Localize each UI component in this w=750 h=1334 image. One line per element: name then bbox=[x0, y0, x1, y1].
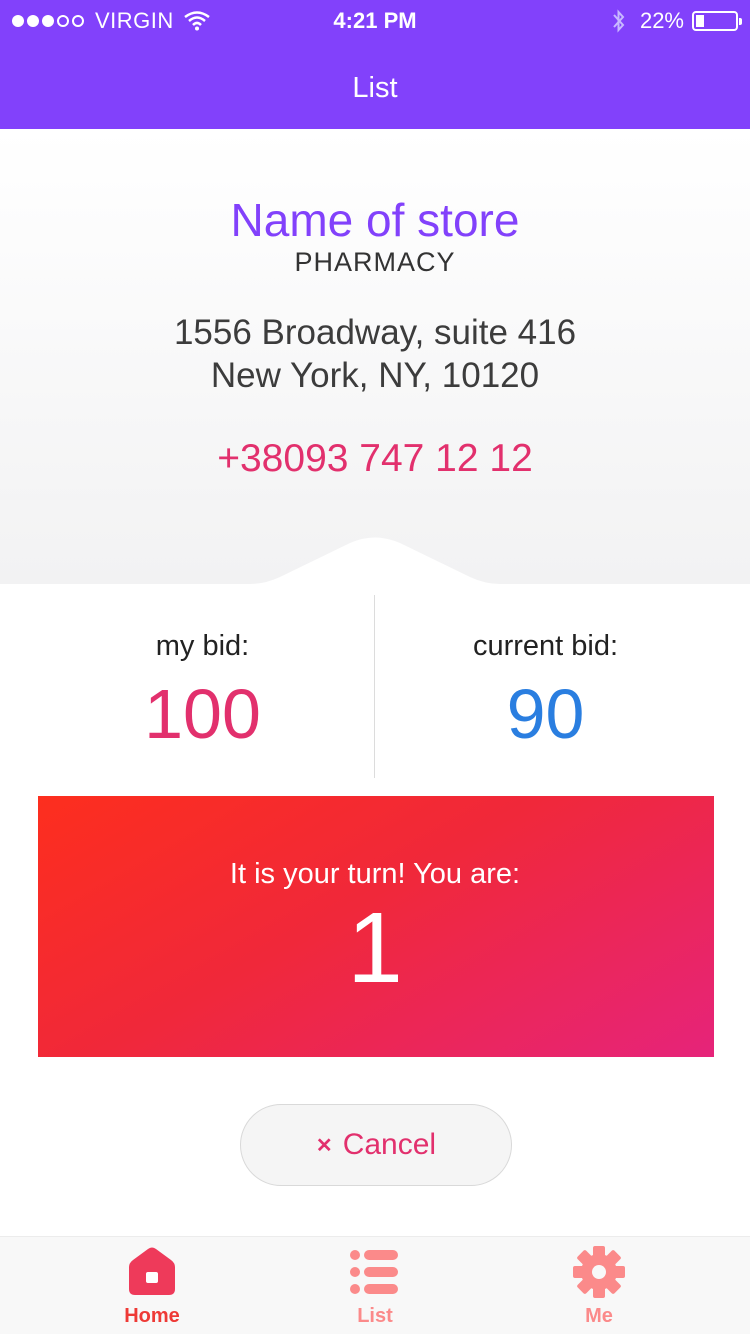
close-icon: ✕ bbox=[315, 1134, 333, 1157]
battery-percent: 22% bbox=[639, 8, 684, 33]
list-icon bbox=[350, 1250, 398, 1294]
gear-icon bbox=[573, 1246, 625, 1298]
battery-level bbox=[696, 15, 704, 27]
tab-list-label: List bbox=[357, 1305, 393, 1327]
tab-list[interactable]: List bbox=[300, 1237, 450, 1334]
store-address-line2: New York, NY, 10120 bbox=[210, 356, 540, 395]
status-right: 22% bbox=[612, 8, 742, 34]
bluetooth-icon bbox=[613, 9, 625, 33]
tab-me-label: Me bbox=[585, 1305, 613, 1327]
store-type: PHARMACY bbox=[294, 247, 456, 277]
tab-home-label: Home bbox=[124, 1305, 180, 1327]
nav-title: List bbox=[352, 72, 398, 104]
my-bid-panel: my bid: 100 bbox=[15, 630, 390, 749]
store-address-line1: 1556 Broadway, suite 416 bbox=[173, 313, 577, 352]
battery-icon bbox=[692, 11, 742, 31]
home-icon bbox=[129, 1247, 175, 1295]
current-bid-panel: current bid: 90 bbox=[358, 630, 733, 749]
tab-me[interactable]: Me bbox=[524, 1237, 674, 1334]
tab-home[interactable]: Home bbox=[77, 1237, 227, 1334]
turn-message: It is your turn! You are: bbox=[229, 858, 521, 890]
queue-position: 1 bbox=[347, 892, 403, 1004]
store-header-notch bbox=[0, 537, 750, 585]
my-bid-label: my bid: bbox=[155, 630, 250, 662]
tab-bar: Home List Me bbox=[0, 1236, 750, 1334]
cancel-button[interactable]: ✕ Cancel bbox=[240, 1104, 512, 1186]
my-bid-value: 100 bbox=[144, 675, 261, 753]
cancel-button-label: Cancel bbox=[342, 1128, 437, 1161]
status-bar: VIRGIN 4:21 PM 22% bbox=[0, 0, 750, 42]
store-phone-link[interactable]: +38093 747 12 12 bbox=[0, 437, 750, 481]
current-bid-value: 90 bbox=[506, 675, 585, 753]
top-bar: VIRGIN 4:21 PM 22% List bbox=[0, 0, 750, 129]
screen: VIRGIN 4:21 PM 22% List Name of store PH… bbox=[0, 0, 750, 1334]
store-name: Name of store bbox=[230, 194, 520, 246]
current-bid-label: current bid: bbox=[472, 630, 619, 662]
